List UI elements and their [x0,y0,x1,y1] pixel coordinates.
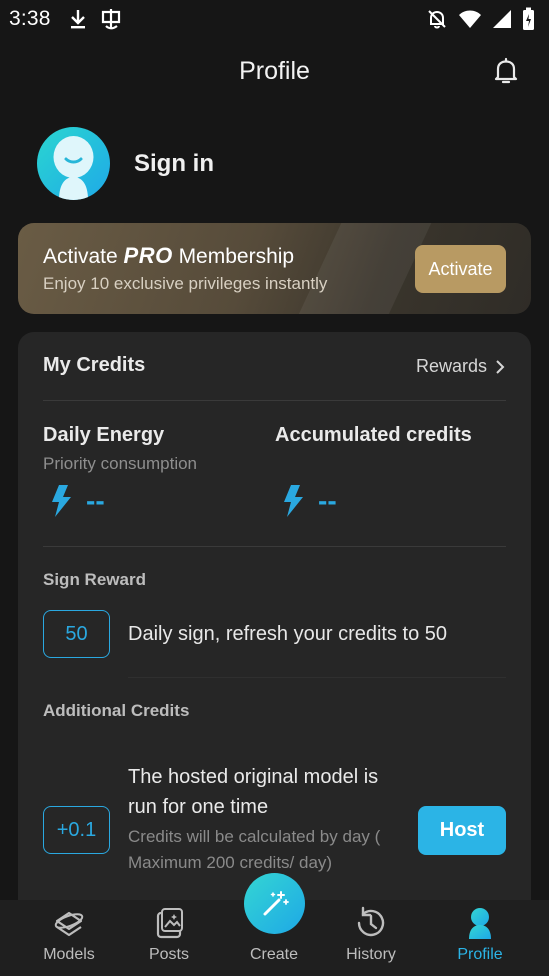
app-notification-icon [101,9,120,30]
models-icon [54,911,84,937]
posts-icon [156,908,183,939]
divider [43,546,506,547]
pro-banner-title: Activate PRO Membership [43,243,294,269]
daily-energy-subtitle: Priority consumption [43,454,198,473]
nav-item-history[interactable]: History [321,900,421,976]
signal-icon [493,10,511,28]
additional-credits-label: Additional Credits [43,701,190,720]
nav-label-models: Models [43,946,95,963]
chevron-right-icon [496,359,505,374]
host-model-description: Credits will be calculated by day ( Maxi… [128,827,381,872]
lightning-icon [52,485,71,517]
status-bar: 3:38 [0,0,549,38]
host-model-title: The hosted original model is run for one… [128,766,379,818]
daily-energy-value: -- [50,485,105,517]
nav-label-posts: Posts [148,946,189,963]
nav-label-profile: Profile [457,946,503,963]
daily-energy-title: Daily Energy [43,424,165,446]
create-button[interactable] [244,873,305,934]
nav-label-history: History [346,946,396,963]
activate-button[interactable]: Activate [415,245,506,293]
host-button[interactable]: Host [418,806,506,855]
pro-title-pro: PRO [123,243,173,268]
lightning-icon [284,485,303,517]
bell-off-icon [428,10,446,29]
app-header: Profile [0,38,549,104]
rewards-link[interactable]: Rewards [416,356,505,377]
accumulated-credits-number: -- [318,485,337,516]
profile-icon [469,908,491,939]
pro-banner-subtitle: Enjoy 10 exclusive privileges instantly [43,274,328,293]
accumulated-credits-value: -- [282,485,337,517]
notification-bell-icon[interactable] [491,56,521,86]
avatar[interactable] [37,127,110,200]
pro-title-prefix: Activate [43,245,124,268]
nav-item-models[interactable]: Models [19,900,119,976]
divider [128,677,506,678]
nav-label-create[interactable]: Create [224,946,324,964]
daily-energy-number: -- [86,485,105,516]
divider [43,400,506,401]
credits-title: My Credits [43,354,146,376]
signin-row[interactable]: Sign in [37,127,214,200]
sign-reward-badge: 50 [43,610,110,658]
magic-wand-icon [263,890,289,915]
wifi-icon [459,10,481,28]
pro-title-suffix: Membership [172,245,295,268]
accumulated-credits-title: Accumulated credits [275,424,472,446]
rewards-label: Rewards [415,356,487,376]
download-icon [70,10,85,29]
pro-membership-banner[interactable]: Activate PRO Membership Enjoy 10 exclusi… [18,223,531,314]
my-credits-card: My Credits Rewards Daily Energy Priority… [18,332,531,932]
additional-credits-badge: +0.1 [43,806,110,854]
status-time: 3:38 [9,7,51,30]
nav-item-posts[interactable]: Posts [119,900,219,976]
page-title: Profile [239,56,310,85]
sign-reward-label: Sign Reward [43,570,146,589]
history-icon [357,906,385,937]
nav-item-profile[interactable]: Profile [430,900,530,976]
avatar-face-icon [53,136,94,200]
sign-reward-description: Daily sign, refresh your credits to 50 [128,623,448,645]
battery-icon [523,7,534,30]
signin-label[interactable]: Sign in [134,150,214,178]
